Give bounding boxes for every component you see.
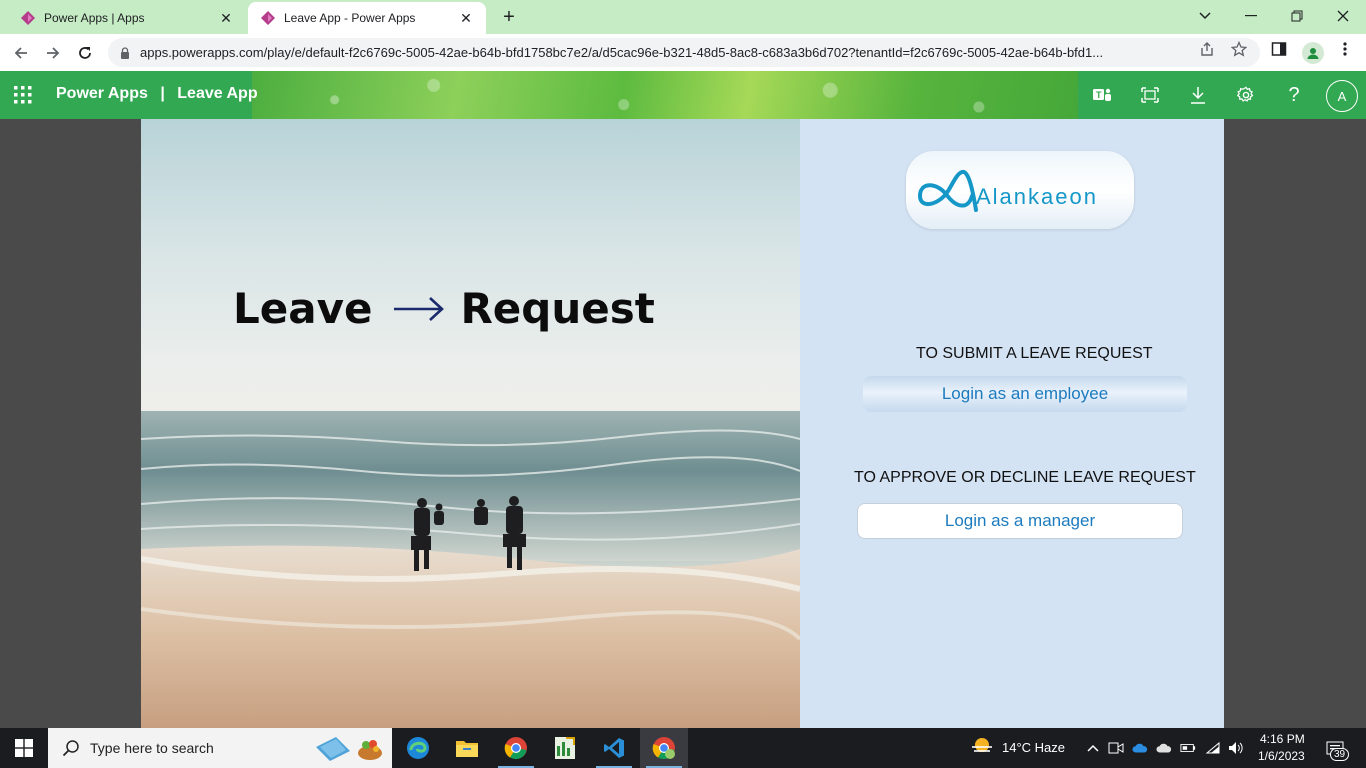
- app-canvas: Leave Request Alankaeon TO SUBMIT A LEAV…: [0, 119, 1366, 728]
- search-placeholder: Type here to search: [90, 740, 214, 756]
- hero-heading: Leave Request: [233, 284, 655, 333]
- powerapps-header: Power Apps | Leave App T ? A: [0, 71, 1366, 119]
- minimize-icon[interactable]: [1228, 4, 1274, 28]
- taskbar-chrome-profile-icon[interactable]: [640, 728, 688, 768]
- weather-haze-icon: [972, 738, 992, 752]
- onedrive-cloud-icon[interactable]: [1132, 740, 1148, 756]
- title-separator: |: [160, 85, 165, 102]
- browser-tabstrip: Power Apps | Apps ✕ Leave App - Power Ap…: [0, 0, 1366, 34]
- volume-icon[interactable]: [1228, 740, 1244, 756]
- back-arrow-icon[interactable]: [8, 40, 34, 66]
- login-manager-button[interactable]: Login as a manager: [857, 503, 1183, 539]
- product-name[interactable]: Power Apps: [56, 85, 148, 102]
- login-employee-button[interactable]: Login as an employee: [863, 376, 1187, 412]
- user-avatar[interactable]: A: [1326, 80, 1358, 112]
- help-question-icon[interactable]: ?: [1282, 83, 1306, 107]
- right-arrow-icon: [394, 296, 445, 321]
- close-icon[interactable]: ✕: [458, 10, 474, 26]
- bookmark-star-icon[interactable]: [1230, 40, 1248, 58]
- logo-brand-text: Alankaeon: [976, 184, 1098, 209]
- kebab-menu-icon[interactable]: [1336, 40, 1354, 58]
- meet-now-icon[interactable]: [1108, 740, 1124, 756]
- weather-text[interactable]: 14°C Haze: [1002, 740, 1065, 755]
- teams-icon[interactable]: T: [1090, 83, 1114, 107]
- browser-toolbar: apps.powerapps.com/play/e/default-f2c676…: [0, 34, 1366, 71]
- new-tab-plus-icon[interactable]: +: [498, 6, 520, 28]
- beach-hero-image: Leave Request: [141, 119, 800, 728]
- browser-tab-apps[interactable]: Power Apps | Apps ✕: [8, 2, 246, 34]
- search-icon: [62, 740, 79, 757]
- reload-icon[interactable]: [72, 40, 98, 66]
- powerapps-favicon-icon: [21, 11, 35, 25]
- download-icon[interactable]: [1186, 83, 1210, 107]
- windows-start-icon[interactable]: [0, 728, 48, 768]
- powerapps-favicon-icon: [261, 11, 275, 25]
- share-icon[interactable]: [1198, 40, 1216, 58]
- show-hidden-icons-chevron-icon[interactable]: [1085, 740, 1101, 756]
- browser-tab-title: Power Apps | Apps: [44, 11, 145, 25]
- address-bar[interactable]: apps.powerapps.com/play/e/default-f2c676…: [108, 38, 1260, 67]
- browser-tab-title: Leave App - Power Apps: [284, 11, 416, 25]
- taskbar-search-box[interactable]: Type here to search: [48, 728, 392, 768]
- search-highlight-picnic-icon: [316, 737, 382, 761]
- browser-tab-leave-app[interactable]: Leave App - Power Apps ✕: [248, 2, 486, 34]
- restore-icon[interactable]: [1274, 4, 1320, 28]
- taskbar-sheets-app-icon[interactable]: [541, 728, 589, 768]
- taskbar-edge-icon[interactable]: [394, 728, 442, 768]
- url-text: apps.powerapps.com/play/e/default-f2c676…: [140, 45, 1104, 60]
- app-launcher-waffle-icon[interactable]: [14, 86, 32, 104]
- app-name: Leave App: [177, 85, 258, 102]
- wifi-icon[interactable]: [1205, 740, 1221, 756]
- taskbar-chrome-icon[interactable]: [492, 728, 540, 768]
- svg-text:T: T: [1096, 90, 1102, 100]
- fit-to-window-icon[interactable]: [1138, 83, 1162, 107]
- clock-date[interactable]: 1/6/2023: [1258, 749, 1305, 763]
- window-close-icon[interactable]: [1320, 4, 1366, 28]
- taskbar-vscode-icon[interactable]: [590, 728, 638, 768]
- windows-taskbar: Type here to search 14°C Haze 4:16 PM 1/…: [0, 728, 1366, 768]
- onedrive-cloud-grey-icon[interactable]: [1156, 740, 1172, 756]
- close-icon[interactable]: ✕: [218, 10, 234, 26]
- side-panel-icon[interactable]: [1270, 40, 1288, 58]
- manager-section-label: TO APPROVE OR DECLINE LEAVE REQUEST: [854, 469, 1196, 486]
- hero-word-leave: Leave: [233, 284, 373, 333]
- hero-word-request: Request: [460, 284, 655, 333]
- lock-icon: [121, 46, 129, 59]
- notification-count-badge: 39: [1330, 748, 1350, 761]
- company-logo: Alankaeon: [906, 151, 1134, 229]
- alankaeon-logo-mark-icon: [918, 169, 978, 212]
- taskbar-file-explorer-icon[interactable]: [443, 728, 491, 768]
- header-title: Power Apps | Leave App: [56, 85, 258, 103]
- beach-scene-image: [141, 411, 800, 728]
- profile-avatar-icon[interactable]: [1302, 42, 1324, 64]
- tab-search-chevron-icon[interactable]: [1182, 4, 1228, 28]
- login-panel: Alankaeon TO SUBMIT A LEAVE REQUEST Logi…: [800, 119, 1224, 728]
- battery-icon[interactable]: [1180, 740, 1196, 756]
- header-banner-image: [252, 71, 1078, 119]
- settings-gear-icon[interactable]: [1234, 83, 1258, 107]
- clock-time[interactable]: 4:16 PM: [1260, 732, 1305, 746]
- forward-arrow-icon[interactable]: [40, 40, 66, 66]
- employee-section-label: TO SUBMIT A LEAVE REQUEST: [916, 345, 1153, 362]
